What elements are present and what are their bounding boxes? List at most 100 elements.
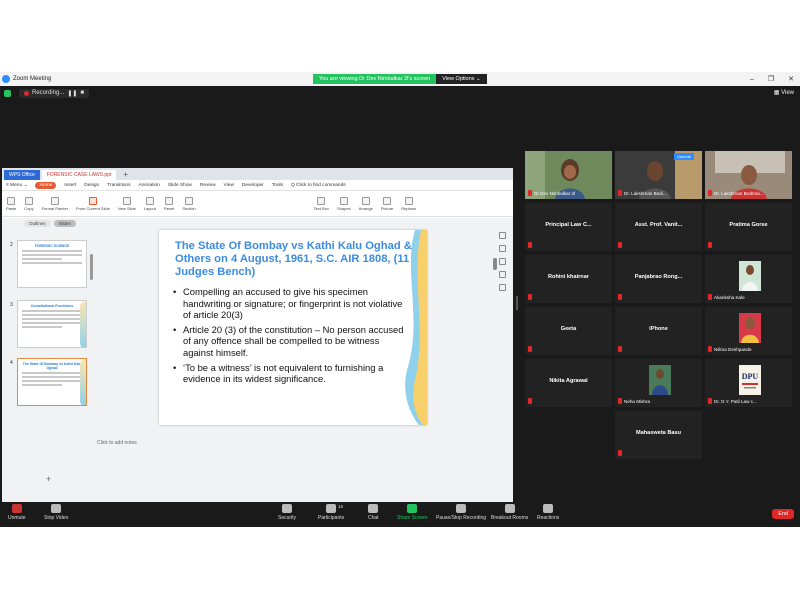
reset-button[interactable]: Reset bbox=[163, 196, 175, 211]
wps-app-tab[interactable]: WPS Office bbox=[4, 170, 40, 180]
share-screen-button[interactable]: Share Screen bbox=[397, 504, 428, 521]
tab-outlines[interactable]: Outlines bbox=[24, 220, 51, 227]
from-current-slide-label: From Current Slide bbox=[76, 205, 110, 211]
command-search[interactable]: Q Click to find commands bbox=[291, 183, 346, 188]
video-tile[interactable]: Dr. Lakshman Brahma... bbox=[705, 151, 792, 199]
slide-thumbnail[interactable]: FORENSIC SCIENCE bbox=[17, 240, 87, 288]
reset-label: Reset bbox=[163, 205, 175, 211]
tool-icon[interactable] bbox=[499, 284, 506, 291]
slide-scrollbar[interactable] bbox=[493, 258, 497, 270]
brush-icon bbox=[50, 196, 59, 205]
menu-item-tools[interactable]: Tools bbox=[272, 183, 283, 188]
participant-tile[interactable]: Mahasweta Basu bbox=[615, 411, 702, 459]
shield-icon[interactable] bbox=[4, 89, 11, 97]
slide-thumbnail-selected[interactable]: The State Of Bombay vs Kathi Kalu Oghad bbox=[17, 358, 87, 406]
video-tile-active-speaker[interactable]: Dr Dev Nimbalkar 2l bbox=[525, 151, 612, 199]
pause-recording-icon[interactable]: ❚❚ bbox=[67, 90, 77, 97]
shield-icon bbox=[282, 504, 293, 513]
participant-tile-photo[interactable]: DPU Dr. D.Y. Patil Law c... bbox=[705, 359, 792, 407]
add-slide-button[interactable]: + bbox=[46, 474, 51, 484]
arrange-label: Arrange bbox=[358, 205, 373, 211]
participant-tile-photo[interactable]: Neha Mishra bbox=[615, 359, 702, 407]
menu-item-menu[interactable]: ≡ Menu ⌄ bbox=[6, 183, 27, 188]
menu-item-view[interactable]: View bbox=[224, 183, 234, 188]
end-meeting-button[interactable]: End bbox=[772, 509, 794, 519]
shapes-button[interactable]: Shapes bbox=[337, 196, 351, 211]
participant-tile[interactable]: Pratima Gorse bbox=[705, 203, 792, 251]
copy-button[interactable]: Copy bbox=[24, 196, 34, 211]
panel-divider-handle[interactable] bbox=[516, 296, 518, 310]
tool-icon[interactable] bbox=[499, 232, 506, 239]
menu-item-insert[interactable]: Insert bbox=[64, 183, 76, 188]
thumbnail-scrollbar[interactable] bbox=[90, 254, 93, 280]
format-painter-button[interactable]: Format Painter bbox=[42, 196, 68, 211]
participant-avatar bbox=[739, 313, 761, 343]
notes-field[interactable]: Click to add notes bbox=[97, 440, 137, 446]
menu-item-slideshow[interactable]: Slide Show bbox=[168, 183, 192, 188]
reactions-button[interactable]: Reactions bbox=[537, 504, 559, 521]
mic-muted-icon bbox=[11, 504, 22, 513]
stop-video-button[interactable]: Stop Video bbox=[44, 504, 68, 521]
participants-icon bbox=[326, 504, 337, 513]
chat-label: Chat bbox=[368, 515, 379, 521]
security-button[interactable]: Security bbox=[278, 504, 296, 521]
participant-tile-photo[interactable]: Nilima Deshpande bbox=[705, 307, 792, 355]
slide-thumbnail[interactable]: Constitutional Provisions bbox=[17, 300, 87, 348]
current-slide[interactable]: The State Of Bombay vs Kathi Kalu Oghad … bbox=[159, 230, 427, 425]
chat-button[interactable]: Chat bbox=[368, 504, 379, 521]
menu-item-animation[interactable]: Animation bbox=[139, 183, 160, 188]
layout-button[interactable]: Layout bbox=[143, 196, 156, 211]
text-box-button[interactable]: Text Box bbox=[314, 196, 329, 211]
menu-item-review[interactable]: Review bbox=[200, 183, 216, 188]
participant-tile[interactable]: Geeta bbox=[525, 307, 612, 355]
mic-muted-icon bbox=[708, 242, 712, 248]
pause-recording-button[interactable]: Pause/Stop Recording bbox=[436, 504, 486, 521]
participant-tile[interactable]: Asst. Prof. Vanit... bbox=[615, 203, 702, 251]
tool-icon[interactable] bbox=[499, 245, 506, 252]
tool-icon[interactable] bbox=[499, 271, 506, 278]
new-slide-button[interactable]: New Slide bbox=[118, 196, 136, 211]
section-button[interactable]: Section bbox=[182, 196, 196, 211]
slide-bullets: Compelling an accused to give his specim… bbox=[173, 286, 405, 388]
chat-icon bbox=[368, 504, 379, 513]
tab-slides[interactable]: Slides bbox=[53, 220, 76, 227]
stop-recording-icon[interactable]: ■ bbox=[80, 90, 84, 96]
unmute-label: Unmute bbox=[8, 515, 26, 521]
video-tile[interactable]: Unmute Dr. Lakshman Bodi... bbox=[615, 151, 702, 199]
participant-tile[interactable]: Rohini khairnar bbox=[525, 255, 612, 303]
participant-tile[interactable]: Nikita Agrawal bbox=[525, 359, 612, 407]
thumbnail-title: FORENSIC SCIENCE bbox=[34, 244, 70, 248]
tool-icon[interactable] bbox=[499, 258, 506, 265]
view-button[interactable]: ▦ View bbox=[774, 89, 794, 96]
wps-doc-tab[interactable]: FORENSIC CASE LAWS.ppt bbox=[41, 170, 117, 180]
view-options-button[interactable]: View Options ⌄ bbox=[436, 74, 487, 84]
from-current-slide-button[interactable]: From Current Slide bbox=[76, 196, 110, 211]
participant-tile[interactable]: Panjabrao Rong... bbox=[615, 255, 702, 303]
unmute-button[interactable]: Unmute bbox=[8, 504, 26, 521]
new-tab-button[interactable]: + bbox=[118, 170, 133, 180]
paste-button[interactable]: Paste bbox=[6, 196, 16, 211]
participant-tile[interactable]: Principal Law C... bbox=[525, 203, 612, 251]
picture-button[interactable]: Picture bbox=[381, 196, 393, 211]
maximize-button[interactable]: ❐ bbox=[768, 75, 774, 83]
participant-tile-photo[interactable]: Akanksha Kale bbox=[705, 255, 792, 303]
shapes-icon bbox=[339, 196, 348, 205]
menu-item-developer[interactable]: Developer bbox=[242, 183, 264, 188]
layout-label: Layout bbox=[143, 205, 156, 211]
unmute-badge[interactable]: Unmute bbox=[673, 153, 694, 160]
close-button[interactable]: ✕ bbox=[788, 75, 794, 83]
minimize-button[interactable]: – bbox=[750, 76, 754, 83]
participant-name: Akanksha Kale bbox=[714, 295, 745, 300]
menu-item-design[interactable]: Design bbox=[84, 183, 99, 188]
menu-item-transitions[interactable]: Transitions bbox=[107, 183, 130, 188]
participants-button[interactable]: Participants 16 bbox=[318, 504, 344, 521]
participant-name: Dr. Lakshman Brahma... bbox=[714, 191, 764, 196]
participant-tile[interactable]: iPhone bbox=[615, 307, 702, 355]
meeting-toolbar: Unmute Stop Video Security Participants … bbox=[0, 502, 800, 527]
video-camera-icon bbox=[51, 504, 62, 513]
menu-item-home[interactable]: Home bbox=[35, 181, 57, 189]
arrange-button[interactable]: Arrange bbox=[358, 196, 373, 211]
paste-icon bbox=[7, 196, 16, 205]
breakout-rooms-button[interactable]: Breakout Rooms bbox=[491, 504, 528, 521]
replace-button[interactable]: Replace bbox=[401, 196, 416, 211]
